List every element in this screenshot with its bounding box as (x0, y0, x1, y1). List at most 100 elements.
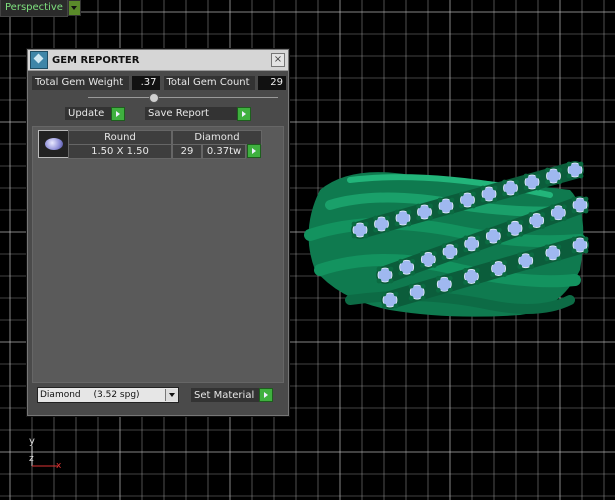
prong (381, 291, 387, 297)
material-spg: (3.52 spg) (93, 390, 140, 400)
chevron-down-icon (71, 6, 78, 10)
update-label: Update (68, 108, 105, 119)
prong (428, 215, 433, 221)
prong (471, 203, 476, 209)
play-icon[interactable] (259, 388, 273, 402)
prong (496, 239, 502, 245)
prong (398, 270, 404, 276)
prong (393, 303, 399, 309)
update-button[interactable]: Update (65, 106, 125, 121)
prong (463, 247, 469, 253)
prong (394, 209, 400, 215)
prong (373, 215, 378, 221)
prong (561, 216, 567, 222)
panel-titlebar[interactable]: GEM REPORTER × (28, 50, 288, 71)
prong (410, 270, 416, 276)
gem-thumbnail[interactable] (38, 130, 70, 158)
prong (420, 295, 426, 301)
prong (566, 173, 572, 179)
slider-knob[interactable] (149, 93, 159, 103)
panel-title: GEM REPORTER (52, 54, 140, 66)
gem-reporter-icon (30, 51, 48, 69)
prong (428, 203, 433, 209)
prong (419, 263, 425, 268)
ring-model[interactable] (290, 150, 600, 350)
material-select[interactable]: Diamond (3.52 spg) (37, 387, 179, 403)
prong (388, 266, 394, 272)
prong (437, 197, 443, 203)
prong (453, 243, 459, 249)
gem-table: Round Diamond 1.50 X 1.50 29 0.37tw (32, 126, 284, 383)
prong (545, 179, 550, 185)
total-gem-count-label: Total Gem Count (163, 76, 256, 90)
viewport-label[interactable]: Perspective (0, 0, 81, 17)
prong (583, 236, 589, 242)
axis-x-label: x (56, 461, 62, 471)
prong (363, 233, 369, 239)
prong (502, 260, 507, 265)
set-material-button[interactable]: Set Material (191, 388, 273, 402)
play-icon[interactable] (237, 106, 251, 121)
header-shape: Round (68, 130, 172, 145)
prong (535, 173, 541, 179)
viewport-menu-button[interactable] (67, 0, 81, 16)
prong (480, 185, 486, 191)
prong (523, 185, 529, 191)
prong (583, 208, 589, 214)
prong (506, 219, 512, 225)
prong (514, 179, 519, 185)
prong (529, 264, 535, 270)
material-row: Diamond (3.52 spg) Set Material (37, 387, 273, 403)
prong (502, 179, 507, 185)
row-go-button[interactable] (247, 144, 261, 158)
prong (578, 161, 584, 167)
prong (545, 167, 550, 173)
prong (447, 287, 453, 293)
prong (502, 191, 507, 197)
prong (406, 221, 412, 227)
prong (416, 203, 421, 209)
prong (463, 235, 469, 241)
axis-y-label: y (29, 436, 35, 447)
prong (363, 221, 369, 227)
viewport-label-text[interactable]: Perspective (0, 0, 68, 17)
prong (449, 209, 455, 215)
prong (496, 227, 502, 233)
prong (381, 303, 387, 309)
prong (492, 185, 498, 191)
gem-size-slider[interactable] (88, 93, 278, 103)
prong (373, 227, 378, 233)
prong (549, 204, 555, 210)
prong (459, 203, 464, 209)
save-report-button[interactable]: Save Report (145, 106, 251, 121)
prong (420, 283, 426, 289)
prong (523, 173, 529, 179)
prong (544, 244, 550, 250)
close-icon[interactable]: × (271, 53, 285, 67)
prong (376, 266, 382, 272)
prong (566, 161, 572, 167)
gem-reporter-panel: GEM REPORTER × Total Gem Weight .37 Tota… (27, 49, 289, 416)
prong (561, 204, 567, 210)
prong (463, 268, 468, 273)
gem-icon (45, 138, 63, 150)
cell-count: 29 (172, 144, 202, 159)
prong (431, 263, 437, 268)
prong (540, 212, 546, 217)
prong (557, 179, 562, 185)
prong (398, 258, 404, 264)
prong (540, 224, 546, 229)
save-report-label: Save Report (148, 108, 209, 119)
set-material-label: Set Material (194, 389, 255, 401)
prong (393, 291, 399, 297)
prong (376, 278, 382, 284)
chevron-down-icon[interactable] (165, 389, 178, 401)
material-name: Diamond (40, 390, 81, 400)
totals-row: Total Gem Weight .37 Total Gem Count 29 (32, 76, 287, 90)
prong (583, 248, 589, 254)
prong (437, 209, 443, 215)
prong (388, 278, 394, 284)
prong (441, 243, 447, 249)
play-icon[interactable] (111, 106, 125, 121)
prong (453, 255, 459, 261)
